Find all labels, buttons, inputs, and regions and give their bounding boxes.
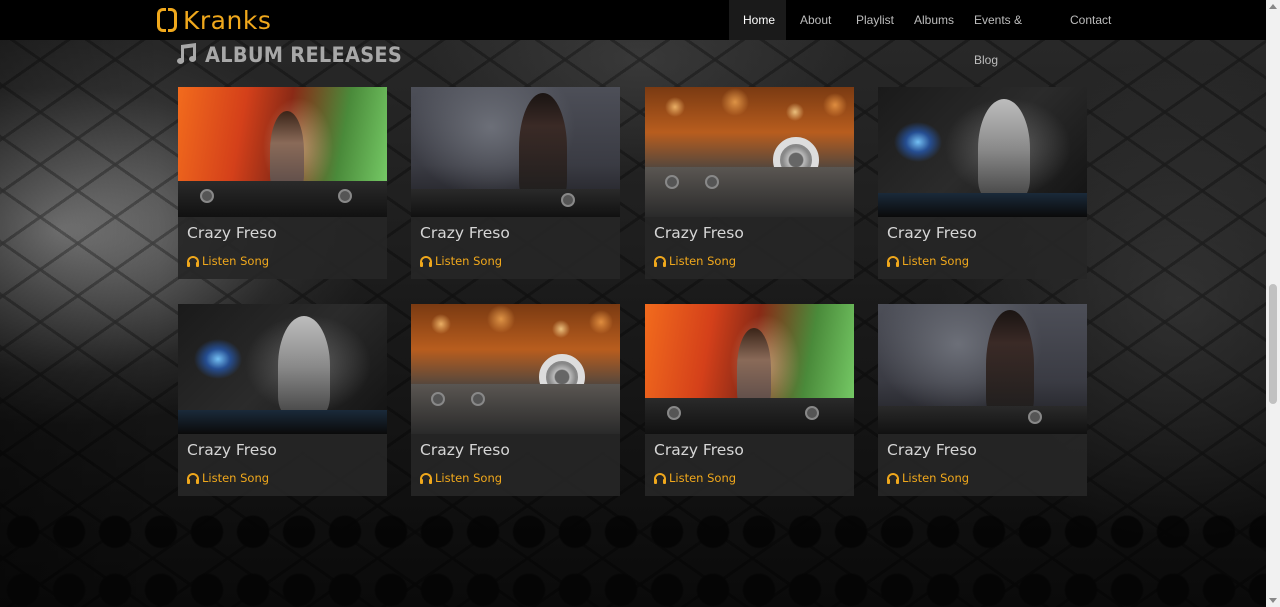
album-title: Crazy Freso <box>187 224 277 242</box>
listen-song-label: Listen Song <box>669 471 737 485</box>
listen-song-label: Listen Song <box>202 254 270 268</box>
main-nav: Home About Playlist Albums Events & Blog… <box>729 0 1126 67</box>
album-card[interactable]: Crazy Freso Listen Song <box>178 87 387 279</box>
listen-song-link[interactable]: Listen Song <box>654 471 736 485</box>
listen-song-label: Listen Song <box>902 471 970 485</box>
album-card[interactable]: Crazy Freso Listen Song <box>645 87 854 279</box>
nav-events-blog[interactable]: Events & Blog <box>960 0 1056 67</box>
album-title: Crazy Freso <box>420 441 510 459</box>
scrollbar-thumb[interactable] <box>1269 284 1277 404</box>
crowd-silhouette <box>0 497 1280 607</box>
headphones-icon <box>187 472 199 485</box>
listen-song-link[interactable]: Listen Song <box>420 254 502 268</box>
listen-song-label: Listen Song <box>202 471 270 485</box>
album-title: Crazy Freso <box>187 441 277 459</box>
album-cover-image[interactable] <box>411 87 620 217</box>
listen-song-link[interactable]: Listen Song <box>654 254 736 268</box>
album-cover-image[interactable] <box>411 304 620 434</box>
listen-song-link[interactable]: Listen Song <box>887 254 969 268</box>
logo-mark-icon <box>157 7 179 33</box>
album-card[interactable]: Crazy Freso Listen Song <box>878 87 1087 279</box>
album-cover-image[interactable] <box>878 87 1087 217</box>
album-cover-image[interactable] <box>645 87 854 217</box>
section-heading: ALBUM RELEASES <box>177 42 419 67</box>
nav-albums[interactable]: Albums <box>900 0 960 40</box>
scroll-up-arrow-icon[interactable] <box>1269 4 1277 9</box>
headphones-icon <box>420 255 432 268</box>
section-title: ALBUM RELEASES <box>205 43 403 67</box>
headphones-icon <box>654 255 666 268</box>
album-card[interactable]: Crazy Freso Listen Song <box>878 304 1087 496</box>
nav-home[interactable]: Home <box>729 0 786 40</box>
listen-song-label: Listen Song <box>669 254 737 268</box>
album-title: Crazy Freso <box>420 224 510 242</box>
nav-about[interactable]: About <box>786 0 842 40</box>
nav-playlist[interactable]: Playlist <box>842 0 900 40</box>
listen-song-link[interactable]: Listen Song <box>187 254 269 268</box>
album-title: Crazy Freso <box>654 224 744 242</box>
listen-song-link[interactable]: Listen Song <box>887 471 969 485</box>
album-cover-image[interactable] <box>878 304 1087 434</box>
page-scrollbar[interactable] <box>1266 0 1280 607</box>
headphones-icon <box>887 472 899 485</box>
album-card[interactable]: Crazy Freso Listen Song <box>411 304 620 496</box>
listen-song-label: Listen Song <box>435 254 503 268</box>
album-cover-image[interactable] <box>645 304 854 434</box>
nav-contact[interactable]: Contact <box>1056 0 1126 40</box>
music-note-icon <box>177 42 199 67</box>
album-card[interactable]: Crazy Freso Listen Song <box>178 304 387 496</box>
headphones-icon <box>654 472 666 485</box>
album-card[interactable]: Crazy Freso Listen Song <box>645 304 854 496</box>
headphones-icon <box>420 472 432 485</box>
listen-song-label: Listen Song <box>435 471 503 485</box>
headphones-icon <box>187 255 199 268</box>
scroll-down-arrow-icon[interactable] <box>1269 598 1277 603</box>
album-title: Crazy Freso <box>887 224 977 242</box>
album-card[interactable]: Crazy Freso Listen Song <box>411 87 620 279</box>
listen-song-label: Listen Song <box>902 254 970 268</box>
album-cover-image[interactable] <box>178 304 387 434</box>
headphones-icon <box>887 255 899 268</box>
listen-song-link[interactable]: Listen Song <box>420 471 502 485</box>
album-title: Crazy Freso <box>654 441 744 459</box>
logo-text: Kranks <box>183 5 272 35</box>
listen-song-link[interactable]: Listen Song <box>187 471 269 485</box>
album-cover-image[interactable] <box>178 87 387 217</box>
site-logo[interactable]: Kranks <box>157 4 271 36</box>
album-title: Crazy Freso <box>887 441 977 459</box>
navbar: Kranks Home About Playlist Albums Events… <box>0 0 1266 67</box>
